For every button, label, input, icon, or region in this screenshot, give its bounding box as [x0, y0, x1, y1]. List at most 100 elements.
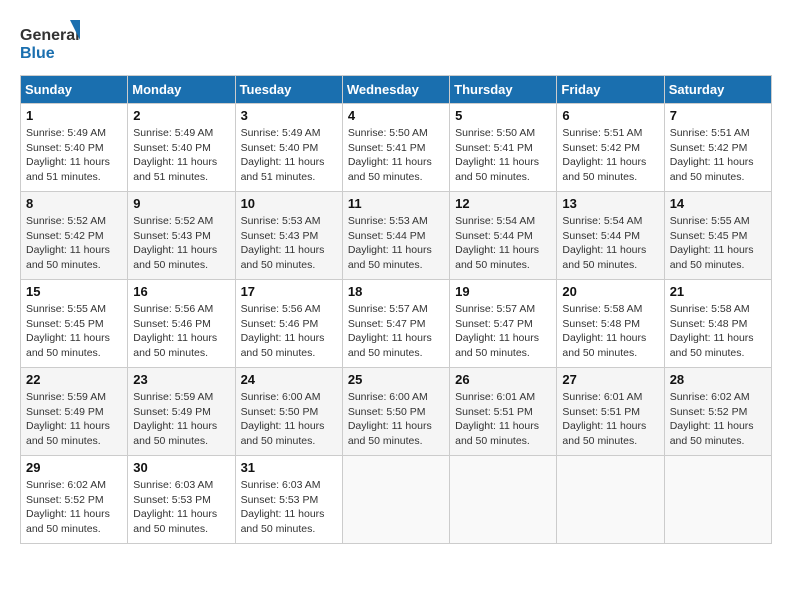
day-number: 4 — [348, 108, 444, 123]
day-number: 2 — [133, 108, 229, 123]
day-info: Sunrise: 6:02 AM Sunset: 5:52 PM Dayligh… — [670, 390, 766, 449]
day-number: 14 — [670, 196, 766, 211]
day-number: 28 — [670, 372, 766, 387]
day-info: Sunrise: 5:53 AM Sunset: 5:43 PM Dayligh… — [241, 214, 337, 273]
svg-text:Blue: Blue — [20, 45, 55, 62]
calendar-cell: 3 Sunrise: 5:49 AM Sunset: 5:40 PM Daylig… — [235, 104, 342, 192]
calendar-cell: 29Sunrise: 6:02 AM Sunset: 5:52 PM Dayli… — [21, 456, 128, 544]
day-info: Sunrise: 5:50 AM Sunset: 5:41 PM Dayligh… — [455, 126, 551, 185]
day-number: 21 — [670, 284, 766, 299]
weekday-header-thursday: Thursday — [450, 76, 557, 104]
weekday-header-friday: Friday — [557, 76, 664, 104]
day-number: 13 — [562, 196, 658, 211]
day-info: Sunrise: 5:52 AM Sunset: 5:43 PM Dayligh… — [133, 214, 229, 273]
calendar-cell: 24 Sunrise: 6:00 AM Sunset: 5:50 PM Dayli… — [235, 368, 342, 456]
day-number: 24 — [241, 372, 337, 387]
weekday-header-monday: Monday — [128, 76, 235, 104]
day-info: Sunrise: 5:52 AM Sunset: 5:42 PM Dayligh… — [26, 214, 122, 273]
calendar-cell: 26Sunrise: 6:01 AM Sunset: 5:51 PM Dayli… — [450, 368, 557, 456]
calendar-cell: 19 Sunrise: 5:57 AM Sunset: 5:47 PM Dayli… — [450, 280, 557, 368]
day-info: Sunrise: 5:57 AM Sunset: 5:47 PM Dayligh… — [348, 302, 444, 361]
day-info: Sunrise: 5:51 AM Sunset: 5:42 PM Dayligh… — [670, 126, 766, 185]
day-info: Sunrise: 5:58 AM Sunset: 5:48 PM Dayligh… — [562, 302, 658, 361]
calendar-cell: 13 Sunrise: 5:54 AM Sunset: 5:44 PM Dayli… — [557, 192, 664, 280]
calendar-cell: 9 Sunrise: 5:52 AM Sunset: 5:43 PM Daylig… — [128, 192, 235, 280]
week-row-4: 22 Sunrise: 5:59 AM Sunset: 5:49 PM Dayli… — [21, 368, 772, 456]
day-info: Sunrise: 5:49 AM Sunset: 5:40 PM Dayligh… — [241, 126, 337, 185]
day-number: 25 — [348, 372, 444, 387]
week-row-5: 29Sunrise: 6:02 AM Sunset: 5:52 PM Dayli… — [21, 456, 772, 544]
day-info: Sunrise: 5:59 AM Sunset: 5:49 PM Dayligh… — [133, 390, 229, 449]
calendar-cell — [664, 456, 771, 544]
day-number: 17 — [241, 284, 337, 299]
calendar-cell: 18Sunrise: 5:57 AM Sunset: 5:47 PM Dayli… — [342, 280, 449, 368]
calendar-cell: 11Sunrise: 5:53 AM Sunset: 5:44 PM Dayli… — [342, 192, 449, 280]
calendar-cell: 1Sunrise: 5:49 AM Sunset: 5:40 PM Daylig… — [21, 104, 128, 192]
day-number: 23 — [133, 372, 229, 387]
calendar-cell: 30 Sunrise: 6:03 AM Sunset: 5:53 PM Dayli… — [128, 456, 235, 544]
page-header: GeneralBlue — [20, 20, 772, 65]
logo-icon: GeneralBlue — [20, 20, 80, 65]
calendar-body: 1Sunrise: 5:49 AM Sunset: 5:40 PM Daylig… — [21, 104, 772, 544]
logo: GeneralBlue — [20, 20, 80, 65]
day-info: Sunrise: 5:51 AM Sunset: 5:42 PM Dayligh… — [562, 126, 658, 185]
calendar-cell — [557, 456, 664, 544]
day-number: 19 — [455, 284, 551, 299]
day-number: 22 — [26, 372, 122, 387]
calendar-cell: 28 Sunrise: 6:02 AM Sunset: 5:52 PM Dayli… — [664, 368, 771, 456]
calendar-cell: 8 Sunrise: 5:52 AM Sunset: 5:42 PM Daylig… — [21, 192, 128, 280]
calendar-cell: 22Sunrise: 5:59 AM Sunset: 5:49 PM Dayli… — [21, 368, 128, 456]
weekday-header-saturday: Saturday — [664, 76, 771, 104]
calendar-cell: 4Sunrise: 5:50 AM Sunset: 5:41 PM Daylig… — [342, 104, 449, 192]
day-info: Sunrise: 6:01 AM Sunset: 5:51 PM Dayligh… — [455, 390, 551, 449]
day-number: 7 — [670, 108, 766, 123]
day-info: Sunrise: 5:49 AM Sunset: 5:40 PM Dayligh… — [133, 126, 229, 185]
day-info: Sunrise: 6:02 AM Sunset: 5:52 PM Dayligh… — [26, 478, 122, 537]
calendar-cell: 7 Sunrise: 5:51 AM Sunset: 5:42 PM Daylig… — [664, 104, 771, 192]
day-info: Sunrise: 5:57 AM Sunset: 5:47 PM Dayligh… — [455, 302, 551, 361]
calendar-cell: 16Sunrise: 5:56 AM Sunset: 5:46 PM Dayli… — [128, 280, 235, 368]
day-number: 20 — [562, 284, 658, 299]
day-number: 9 — [133, 196, 229, 211]
calendar-cell: 2 Sunrise: 5:49 AM Sunset: 5:40 PM Daylig… — [128, 104, 235, 192]
calendar-cell: 27 Sunrise: 6:01 AM Sunset: 5:51 PM Dayli… — [557, 368, 664, 456]
day-info: Sunrise: 6:01 AM Sunset: 5:51 PM Dayligh… — [562, 390, 658, 449]
calendar-cell: 12 Sunrise: 5:54 AM Sunset: 5:44 PM Dayli… — [450, 192, 557, 280]
calendar-cell: 31 Sunrise: 6:03 AM Sunset: 5:53 PM Dayli… — [235, 456, 342, 544]
calendar-table: SundayMondayTuesdayWednesdayThursdayFrid… — [20, 75, 772, 544]
weekday-header-row: SundayMondayTuesdayWednesdayThursdayFrid… — [21, 76, 772, 104]
day-info: Sunrise: 5:54 AM Sunset: 5:44 PM Dayligh… — [562, 214, 658, 273]
calendar-cell: 6Sunrise: 5:51 AM Sunset: 5:42 PM Daylig… — [557, 104, 664, 192]
day-number: 12 — [455, 196, 551, 211]
day-info: Sunrise: 5:56 AM Sunset: 5:46 PM Dayligh… — [133, 302, 229, 361]
day-number: 11 — [348, 196, 444, 211]
day-info: Sunrise: 5:54 AM Sunset: 5:44 PM Dayligh… — [455, 214, 551, 273]
day-info: Sunrise: 5:55 AM Sunset: 5:45 PM Dayligh… — [670, 214, 766, 273]
day-info: Sunrise: 6:03 AM Sunset: 5:53 PM Dayligh… — [133, 478, 229, 537]
weekday-header-tuesday: Tuesday — [235, 76, 342, 104]
day-info: Sunrise: 6:03 AM Sunset: 5:53 PM Dayligh… — [241, 478, 337, 537]
calendar-cell: 20 Sunrise: 5:58 AM Sunset: 5:48 PM Dayli… — [557, 280, 664, 368]
day-info: Sunrise: 6:00 AM Sunset: 5:50 PM Dayligh… — [241, 390, 337, 449]
week-row-2: 8 Sunrise: 5:52 AM Sunset: 5:42 PM Daylig… — [21, 192, 772, 280]
day-number: 10 — [241, 196, 337, 211]
week-row-3: 15Sunrise: 5:55 AM Sunset: 5:45 PM Dayli… — [21, 280, 772, 368]
day-info: Sunrise: 5:49 AM Sunset: 5:40 PM Dayligh… — [26, 126, 122, 185]
calendar-cell: 23 Sunrise: 5:59 AM Sunset: 5:49 PM Dayli… — [128, 368, 235, 456]
calendar-cell: 15Sunrise: 5:55 AM Sunset: 5:45 PM Dayli… — [21, 280, 128, 368]
calendar-cell: 21Sunrise: 5:58 AM Sunset: 5:48 PM Dayli… — [664, 280, 771, 368]
day-number: 15 — [26, 284, 122, 299]
calendar-cell: 10 Sunrise: 5:53 AM Sunset: 5:43 PM Dayli… — [235, 192, 342, 280]
day-number: 31 — [241, 460, 337, 475]
day-number: 8 — [26, 196, 122, 211]
calendar-cell: 17Sunrise: 5:56 AM Sunset: 5:46 PM Dayli… — [235, 280, 342, 368]
calendar-cell: 14 Sunrise: 5:55 AM Sunset: 5:45 PM Dayli… — [664, 192, 771, 280]
calendar-cell: 25 Sunrise: 6:00 AM Sunset: 5:50 PM Dayli… — [342, 368, 449, 456]
day-number: 3 — [241, 108, 337, 123]
week-row-1: 1Sunrise: 5:49 AM Sunset: 5:40 PM Daylig… — [21, 104, 772, 192]
day-number: 30 — [133, 460, 229, 475]
svg-text:General: General — [20, 27, 80, 44]
day-info: Sunrise: 6:00 AM Sunset: 5:50 PM Dayligh… — [348, 390, 444, 449]
day-number: 27 — [562, 372, 658, 387]
calendar-cell — [342, 456, 449, 544]
